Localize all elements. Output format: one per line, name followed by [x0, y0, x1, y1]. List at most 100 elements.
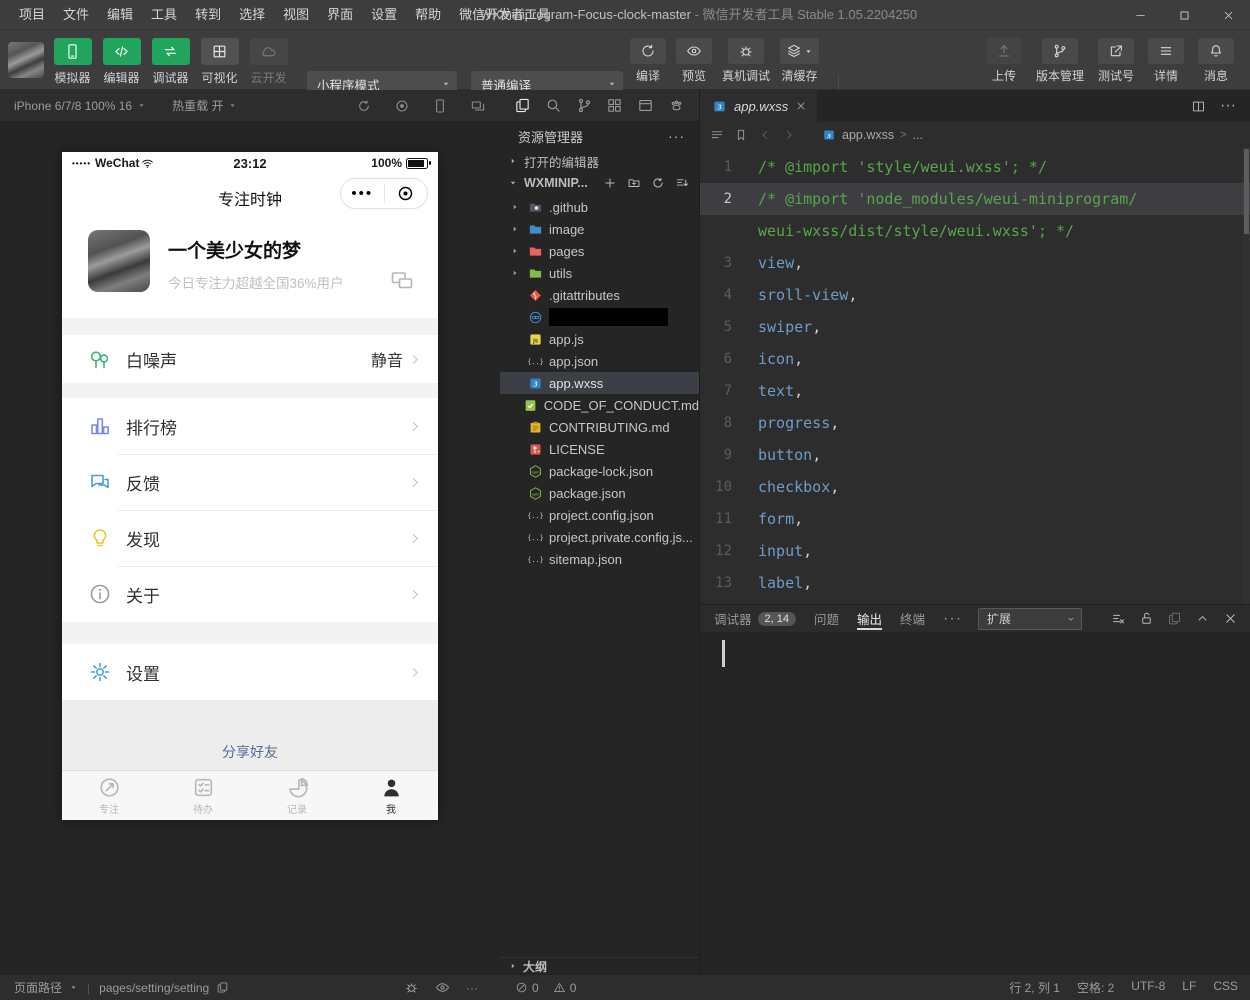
collapse-all-icon[interactable]: [675, 176, 689, 190]
file-row-CONTRIBUTING.md[interactable]: CONTRIBUTING.md: [500, 416, 699, 438]
share-friends-button[interactable]: 分享好友: [62, 742, 438, 762]
menu-item-视图[interactable]: 视图: [274, 0, 318, 30]
action-清缓存[interactable]: 清缓存: [780, 36, 819, 84]
search-icon[interactable]: [545, 97, 562, 114]
new-file-icon[interactable]: [603, 176, 617, 190]
statusbar-cursor-position[interactable]: 行 2, 列 1: [1009, 979, 1060, 996]
phone-tab-待办[interactable]: 待办: [156, 771, 250, 820]
cell-设置[interactable]: 设置: [62, 644, 438, 700]
file-row-utils[interactable]: utils: [500, 262, 699, 284]
capsule-close-button[interactable]: [385, 184, 428, 203]
code-line-2[interactable]: 2/* @import 'node_modules/weui-miniprogr…: [700, 183, 1250, 215]
file-row-.github[interactable]: .github: [500, 196, 699, 218]
action-消息[interactable]: 消息: [1198, 36, 1234, 84]
action-测试号[interactable]: 测试号: [1098, 36, 1134, 84]
editor-more-button[interactable]: ···: [1220, 97, 1236, 115]
action-预览[interactable]: 预览: [676, 36, 712, 84]
statusbar-eol-setting[interactable]: LF: [1182, 979, 1196, 996]
debug-tab-输出[interactable]: 输出: [857, 605, 882, 632]
project-root-row[interactable]: WXMINIP...: [500, 172, 699, 194]
cell-发现[interactable]: 发现: [62, 510, 438, 566]
code-line-wrap[interactable]: weui-wxss/dist/style/weui.wxss'; */: [700, 215, 1250, 247]
multi-screen-icon[interactable]: [470, 98, 486, 114]
code-line-7[interactable]: 7text,: [700, 375, 1250, 407]
minimize-button[interactable]: [1118, 0, 1162, 30]
debug-tab-终端[interactable]: 终端: [900, 605, 925, 632]
file-row-project.config.json[interactable]: {..}project.config.json: [500, 504, 699, 526]
capsule-more-button[interactable]: •••: [341, 180, 384, 208]
theme-paw-icon[interactable]: [668, 97, 685, 114]
widgets-icon[interactable]: [606, 97, 623, 114]
debug-more-button[interactable]: ···: [943, 610, 962, 628]
outline-section[interactable]: 大纲: [500, 957, 699, 974]
arrow-left-icon[interactable]: [758, 128, 772, 142]
menu-item-设置[interactable]: 设置: [362, 0, 406, 30]
file-row-redacted[interactable]: [500, 306, 699, 328]
statusbar-more-button[interactable]: ···: [466, 981, 478, 995]
toolbar-button-可视化[interactable]: 可视化: [195, 35, 244, 86]
bookmark-icon[interactable]: [734, 128, 748, 142]
file-row-pages[interactable]: pages: [500, 240, 699, 262]
page-path-value[interactable]: pages/setting/setting: [99, 981, 209, 995]
bug-icon[interactable]: [404, 980, 419, 995]
action-版本管理[interactable]: 版本管理: [1036, 36, 1084, 84]
menu-item-选择[interactable]: 选择: [230, 0, 274, 30]
menu-item-转到[interactable]: 转到: [186, 0, 230, 30]
file-row-app.wxss[interactable]: 3app.wxss: [500, 372, 699, 394]
record-icon[interactable]: [394, 98, 410, 114]
outline-list-icon[interactable]: [710, 128, 724, 142]
code-line-11[interactable]: 11form,: [700, 503, 1250, 535]
page-path-label[interactable]: 页面路径: [14, 979, 62, 996]
breadcrumb[interactable]: 3 app.wxss > ...: [822, 128, 923, 142]
statusbar-language-mode[interactable]: CSS: [1213, 979, 1238, 996]
collapse-up-icon[interactable]: [1195, 611, 1210, 626]
code-line-6[interactable]: 6icon,: [700, 343, 1250, 375]
code-line-10[interactable]: 10checkbox,: [700, 471, 1250, 503]
cell-排行榜[interactable]: 排行榜: [62, 398, 438, 454]
editor-scrollbar[interactable]: [1242, 147, 1250, 604]
action-编译[interactable]: 编译: [630, 36, 666, 84]
phone-tab-记录[interactable]: 记录: [250, 771, 344, 820]
files-icon[interactable]: [514, 97, 531, 114]
device-select[interactable]: iPhone 6/7/8 100% 16: [14, 97, 146, 114]
action-详情[interactable]: 详情: [1148, 36, 1184, 84]
device-frame-icon[interactable]: [432, 98, 448, 114]
code-editor[interactable]: 1/* @import 'style/weui.wxss'; */2/* @im…: [700, 147, 1250, 604]
code-line-1[interactable]: 1/* @import 'style/weui.wxss'; */: [700, 151, 1250, 183]
cell-关于[interactable]: 关于: [62, 566, 438, 622]
file-row-image[interactable]: image: [500, 218, 699, 240]
split-editor-icon[interactable]: [1191, 99, 1206, 114]
explorer-more-button[interactable]: ···: [668, 128, 685, 144]
code-line-5[interactable]: 5swiper,: [700, 311, 1250, 343]
file-row-LICENSE[interactable]: LICENSE: [500, 438, 699, 460]
code-line-9[interactable]: 9button,: [700, 439, 1250, 471]
eye-icon[interactable]: [435, 980, 450, 995]
toolbar-button-调试器[interactable]: 调试器: [146, 35, 195, 86]
debug-output-area[interactable]: [700, 632, 1250, 974]
new-folder-icon[interactable]: [627, 176, 641, 190]
file-row-package-lock.json[interactable]: npmpackage-lock.json: [500, 460, 699, 482]
phone-tab-我[interactable]: 我: [344, 771, 438, 820]
toolbar-button-编辑器[interactable]: 编辑器: [97, 35, 146, 86]
copy-icon[interactable]: [1167, 611, 1182, 626]
file-row-sitemap.json[interactable]: {..}sitemap.json: [500, 548, 699, 570]
file-row-app.js[interactable]: jsapp.js: [500, 328, 699, 350]
copy-path-icon[interactable]: [216, 981, 229, 994]
menu-item-文件[interactable]: 文件: [54, 0, 98, 30]
toolbar-button-模拟器[interactable]: 模拟器: [48, 35, 97, 86]
debug-tab-调试器[interactable]: 调试器2, 14: [714, 605, 796, 632]
editor-scrollbar-thumb[interactable]: [1244, 149, 1249, 234]
statusbar-indent-setting[interactable]: 空格: 2: [1077, 979, 1114, 996]
preview-window-icon[interactable]: [637, 97, 654, 114]
clear-output-icon[interactable]: [1111, 611, 1126, 626]
file-row-.gitattributes[interactable]: .gitattributes: [500, 284, 699, 306]
close-icon[interactable]: [795, 100, 807, 112]
file-row-package.json[interactable]: npmpackage.json: [500, 482, 699, 504]
problems-summary[interactable]: 0 0: [515, 981, 576, 995]
code-line-12[interactable]: 12input,: [700, 535, 1250, 567]
action-真机调试[interactable]: 真机调试: [722, 36, 770, 84]
file-row-project.private.config.js...[interactable]: {..}project.private.config.js...: [500, 526, 699, 548]
close-button[interactable]: [1206, 0, 1250, 30]
maximize-button[interactable]: [1162, 0, 1206, 30]
menu-item-编辑[interactable]: 编辑: [98, 0, 142, 30]
